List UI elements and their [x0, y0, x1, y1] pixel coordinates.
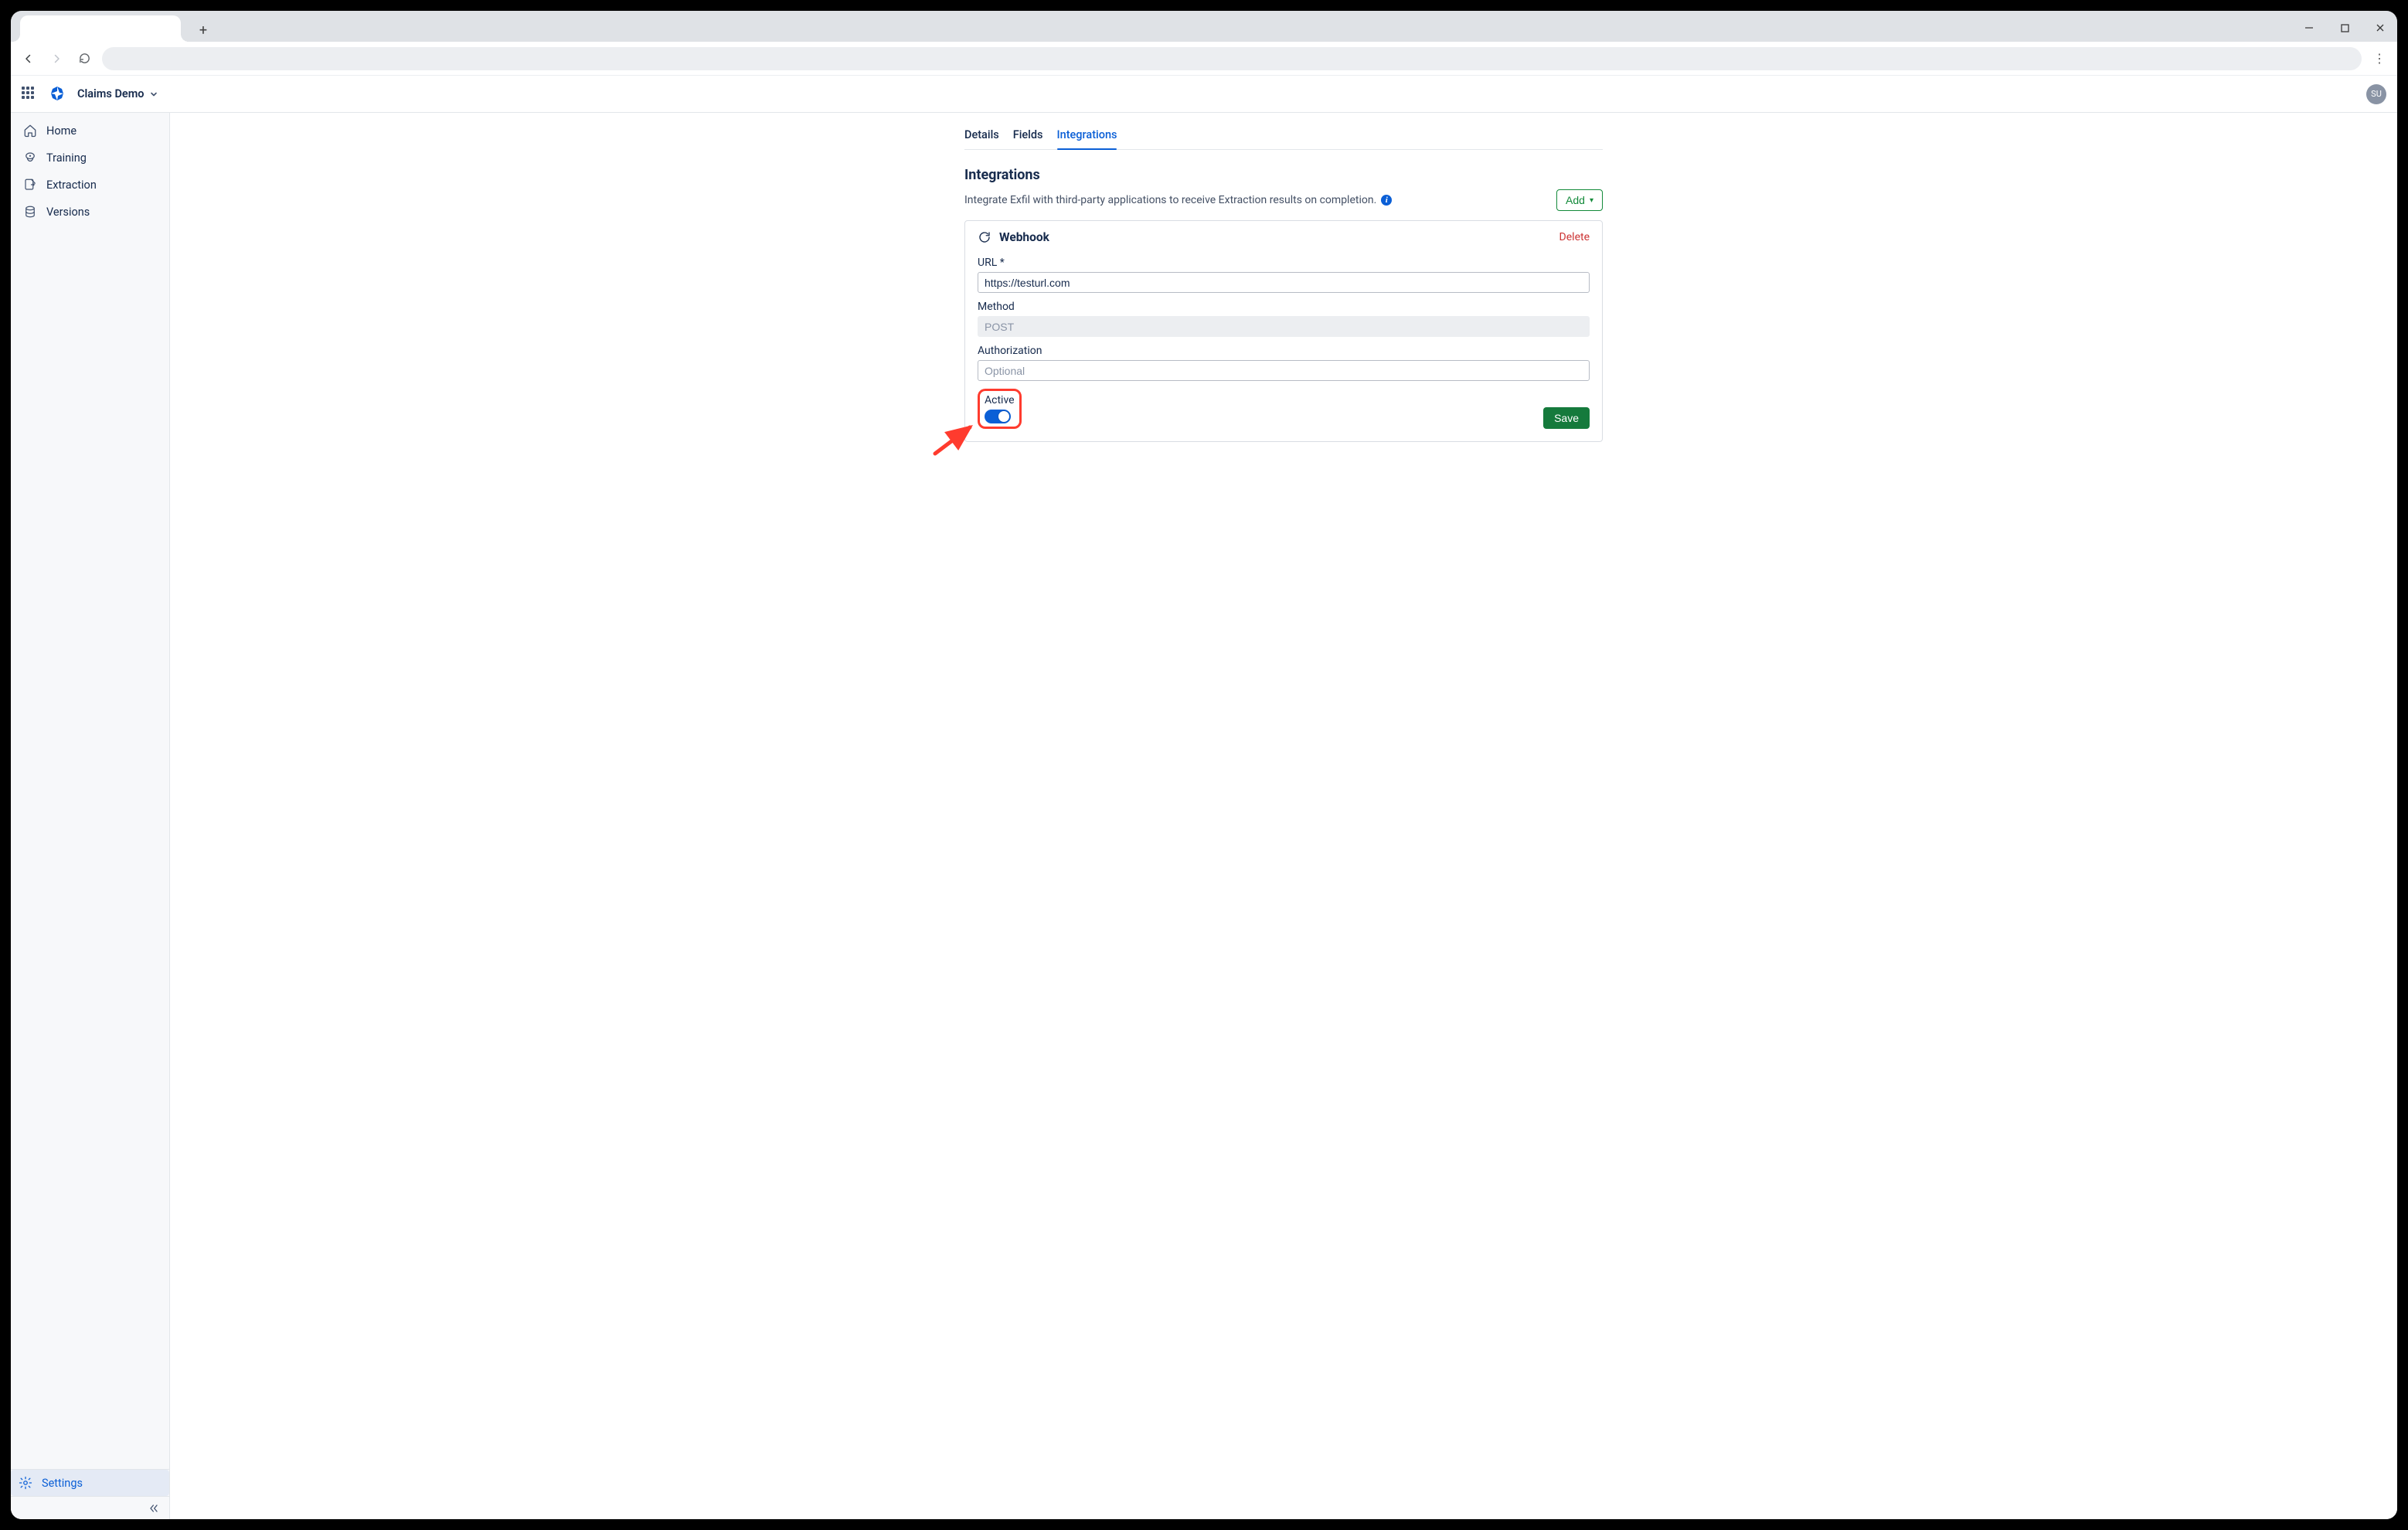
browser-back-button[interactable] [19, 49, 39, 69]
section-description-text: Integrate Exfil with third-party applica… [964, 194, 1376, 206]
kebab-icon: ⋮ [2373, 51, 2386, 66]
section-description: Integrate Exfil with third-party applica… [964, 194, 1556, 206]
webhook-card: Webhook Delete URL * [964, 220, 1603, 442]
save-button[interactable]: Save [1543, 407, 1590, 429]
browser-tab-bar: + [11, 11, 2397, 42]
versions-icon [23, 205, 37, 219]
window-maximize-button[interactable] [2334, 17, 2355, 39]
app-logo-icon[interactable] [48, 85, 66, 104]
gear-icon [19, 1476, 32, 1490]
sidebar-item-label: Settings [42, 1477, 83, 1490]
sidebar-item-extraction[interactable]: Extraction [15, 172, 165, 198]
sidebar-item-label: Versions [46, 206, 90, 219]
info-icon[interactable]: i [1381, 195, 1392, 206]
tab-fields[interactable]: Fields [1013, 122, 1043, 149]
project-name: Claims Demo [77, 87, 145, 100]
avatar-initials: SU [2371, 89, 2382, 99]
webhook-title: Webhook [999, 230, 1049, 244]
sidebar-item-training[interactable]: Training [15, 144, 165, 171]
sidebar: Home Training Extraction [11, 113, 170, 1519]
url-label-text: URL [978, 257, 997, 269]
sidebar-item-home[interactable]: Home [15, 117, 165, 144]
url-label: URL * [978, 257, 1590, 269]
chevron-double-left-icon [148, 1502, 160, 1515]
sidebar-item-settings[interactable]: Settings [11, 1470, 169, 1496]
section-title: Integrations [964, 167, 1603, 183]
authorization-input[interactable] [978, 360, 1590, 381]
window-minimize-button[interactable] [2298, 17, 2320, 39]
webhook-icon [978, 230, 991, 244]
add-button-label: Add [1566, 194, 1585, 206]
training-icon [23, 151, 37, 165]
new-tab-button[interactable]: + [192, 19, 215, 42]
tab-integrations[interactable]: Integrations [1057, 122, 1117, 149]
browser-toolbar: ⋮ [11, 42, 2397, 76]
method-label: Method [978, 301, 1590, 313]
chevron-down-icon [149, 90, 158, 99]
tab-details[interactable]: Details [964, 122, 999, 149]
browser-forward-button[interactable] [46, 49, 66, 69]
user-avatar[interactable]: SU [2366, 84, 2386, 104]
extraction-icon [23, 178, 37, 192]
browser-url-bar[interactable] [102, 47, 2362, 70]
sidebar-item-label: Extraction [46, 178, 97, 192]
active-label: Active [985, 394, 1015, 406]
add-integration-button[interactable]: Add ▾ [1556, 189, 1603, 211]
sidebar-collapse-button[interactable] [11, 1496, 169, 1519]
authorization-label: Authorization [978, 345, 1590, 357]
active-toggle[interactable] [985, 410, 1011, 423]
sidebar-item-versions[interactable]: Versions [15, 199, 165, 225]
method-input [978, 316, 1590, 337]
required-marker: * [1000, 257, 1005, 269]
browser-menu-button[interactable]: ⋮ [2369, 51, 2389, 66]
project-selector[interactable]: Claims Demo [77, 87, 158, 100]
browser-reload-button[interactable] [74, 49, 94, 69]
sidebar-item-label: Home [46, 124, 77, 138]
app-switcher-icon[interactable] [22, 87, 37, 102]
window-close-button[interactable] [2369, 17, 2391, 39]
content-area: Details Fields Integrations Integrations… [170, 113, 2397, 1519]
settings-tabs: Details Fields Integrations [964, 119, 1603, 150]
plus-icon: + [199, 22, 207, 39]
caret-down-icon: ▾ [1590, 196, 1593, 205]
window-controls [2298, 17, 2391, 39]
browser-tab[interactable] [20, 15, 181, 42]
home-icon [23, 124, 37, 138]
app-header: Claims Demo SU [11, 76, 2397, 113]
sidebar-item-label: Training [46, 151, 87, 165]
delete-webhook-button[interactable]: Delete [1559, 231, 1590, 243]
url-input[interactable] [978, 272, 1590, 293]
active-toggle-group-highlight: Active [978, 389, 1022, 429]
